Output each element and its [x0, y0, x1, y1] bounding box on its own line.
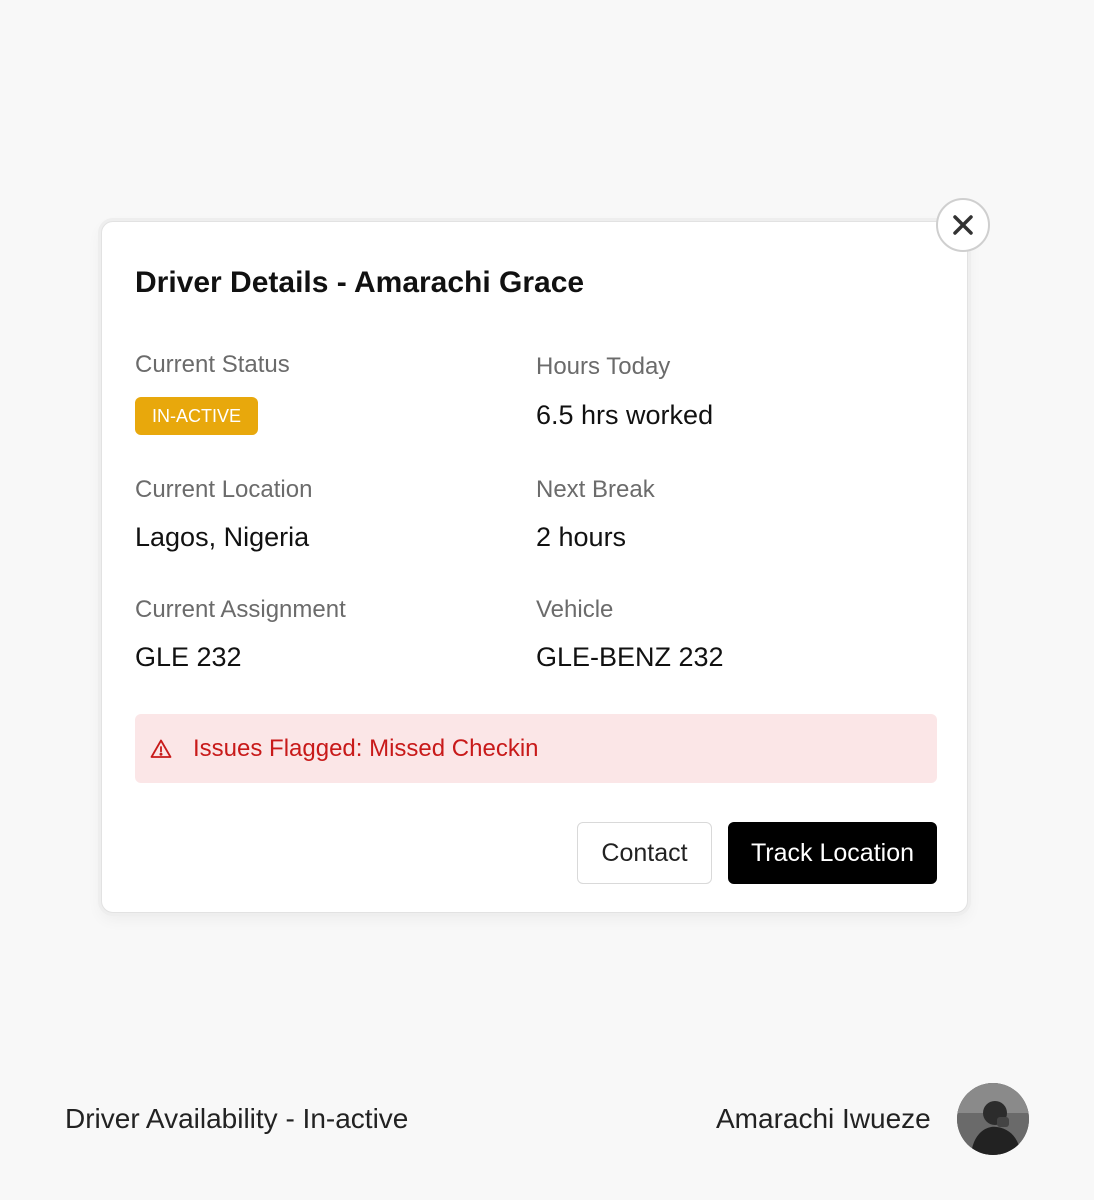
footer-caption: Driver Availability - In-active — [65, 1103, 409, 1134]
vehicle-value: GLE-BENZ 232 — [536, 642, 724, 672]
vehicle-label: Vehicle — [536, 596, 614, 623]
hours-today-label: Hours Today — [536, 353, 671, 380]
current-location-label: Current Location — [135, 476, 313, 503]
next-break-label: Next Break — [536, 476, 655, 503]
track-location-button[interactable]: Track Location — [728, 822, 937, 884]
contact-button[interactable]: Contact — [577, 822, 712, 884]
current-assignment-label: Current Assignment — [135, 596, 346, 623]
current-status-label: Current Status — [135, 351, 290, 378]
driver-details-modal: Driver Details - Amarachi Grace Current … — [101, 221, 968, 913]
current-location-value: Lagos, Nigeria — [135, 522, 310, 552]
avatar — [957, 1083, 1029, 1155]
modal-title: Driver Details - Amarachi Grace — [135, 266, 585, 299]
hours-today-value: 6.5 hrs worked — [536, 400, 714, 430]
close-icon — [952, 214, 974, 236]
author-name: Amarachi Iwueze — [716, 1103, 931, 1134]
issues-alert: Issues Flagged: Missed Checkin — [135, 714, 937, 783]
alert-text: Issues Flagged: Missed Checkin — [193, 734, 539, 762]
close-button[interactable] — [936, 198, 990, 252]
warning-icon — [149, 737, 173, 761]
current-assignment-value: GLE 232 — [135, 642, 242, 672]
status-badge: IN-ACTIVE — [135, 397, 259, 435]
next-break-value: 2 hours — [536, 522, 627, 552]
